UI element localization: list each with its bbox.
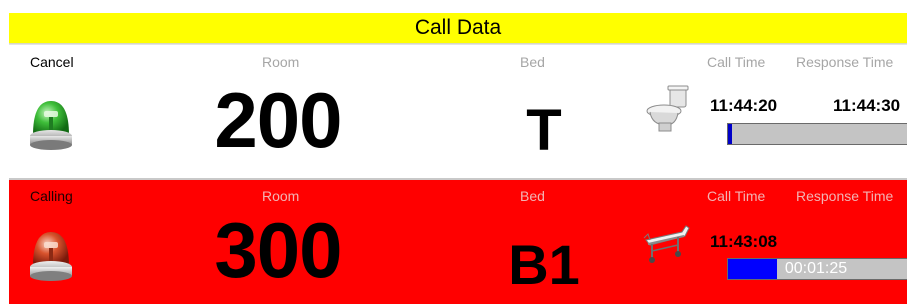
call-row-room-200[interactable]: Cancel Room 200 Bed T Call Time Response…: [9, 44, 907, 179]
call-time-value: 11:43:08: [710, 232, 778, 251]
call-time-label: Call Time: [707, 54, 766, 70]
response-time-label: Response Time: [796, 54, 894, 70]
red-beacon-light-icon: [30, 232, 72, 281]
hospital-bed-icon: [643, 225, 690, 263]
response-progress-fill: [728, 124, 732, 144]
bed-label: Bed: [520, 188, 545, 204]
page-title: Call Data: [9, 13, 907, 44]
call-time-label: Call Time: [707, 188, 766, 204]
room-number: 300: [214, 206, 342, 294]
bed-value: T: [526, 98, 562, 163]
green-beacon-light-icon: [30, 101, 72, 150]
response-progress-fill: [728, 259, 777, 279]
call-status: Cancel: [30, 54, 74, 70]
response-time-value: 11:44:30: [833, 96, 901, 115]
response-progress-bar: [727, 123, 907, 145]
toilet-icon: [646, 85, 689, 132]
call-row-room-300[interactable]: Calling Room 300 Bed B1 Call Time Respon…: [9, 180, 907, 304]
elapsed-time-text: 00:01:25: [784, 260, 848, 277]
call-status: Calling: [30, 188, 73, 204]
call-time-value: 11:44:20: [710, 96, 778, 115]
left-strip: [0, 0, 9, 304]
response-progress-bar: 00:01:25: [727, 258, 907, 280]
bed-label: Bed: [520, 54, 545, 70]
room-label: Room: [262, 54, 300, 70]
bed-value: B1: [508, 233, 580, 296]
room-label: Room: [262, 188, 300, 204]
response-time-label: Response Time: [796, 188, 894, 204]
room-number: 200: [214, 76, 342, 164]
